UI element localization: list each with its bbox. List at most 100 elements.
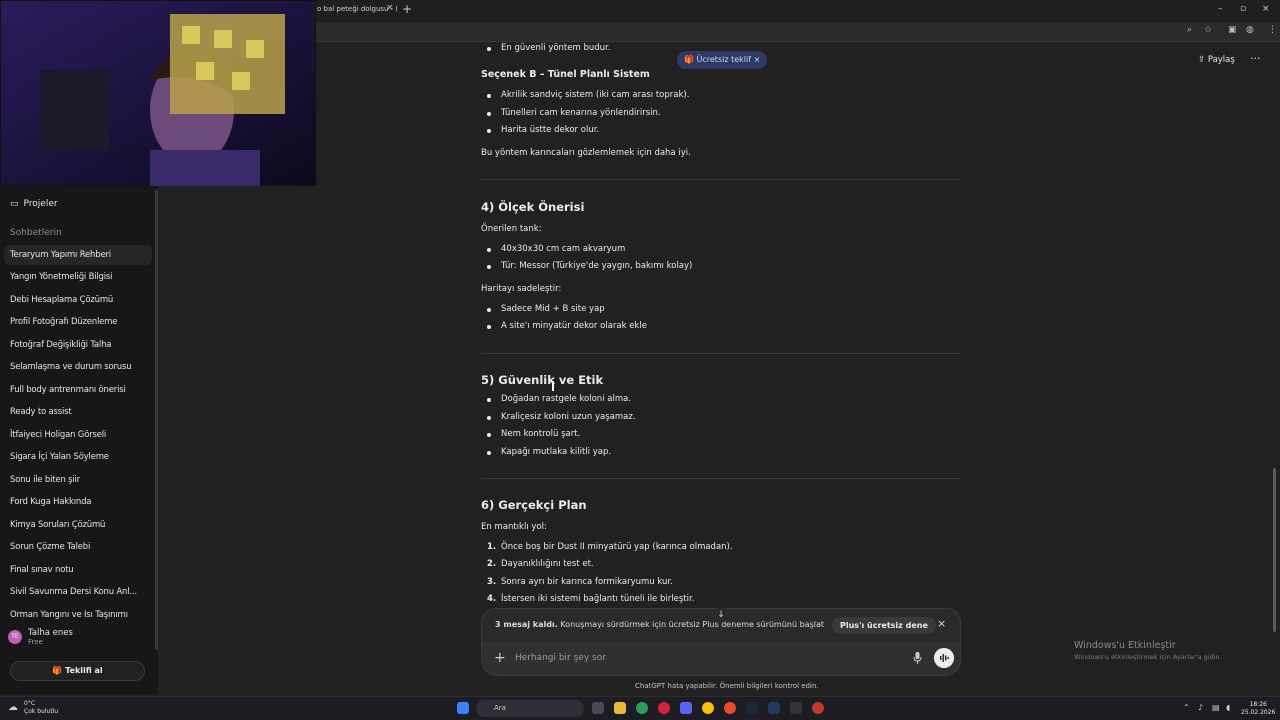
minimize-button[interactable]: – — [1218, 4, 1223, 14]
try-plus-button[interactable]: Plus'ı ücretsiz dene — [832, 617, 936, 634]
option-b-bullet: Tünelleri cam kenarına yönlendirirsin. — [501, 108, 661, 118]
clock-time: 18:26 — [1249, 701, 1267, 708]
sidebar-chat-item[interactable]: Kimya Soruları Çözümü — [4, 515, 152, 535]
chrome-icon[interactable] — [702, 702, 714, 714]
option-b-title: Seçenek B – Tünel Planlı Sistem — [481, 69, 650, 80]
step-number: 1. — [487, 542, 497, 552]
volume-icon[interactable]: ◖ — [1226, 703, 1230, 712]
webcam-overlay — [0, 0, 316, 186]
main-scrollbar[interactable] — [1273, 468, 1276, 632]
weather-temp: 0°C — [24, 700, 36, 707]
sidebar-chat-item[interactable]: Orman Yangını ve Isı Taşınımı — [4, 605, 152, 625]
discord-icon[interactable] — [680, 702, 692, 714]
option-b-bullet: Akrilik sandviç sistem (iki cam arası to… — [501, 90, 690, 100]
maximize-button[interactable]: ▫ — [1240, 4, 1246, 14]
section-4-bullet: Tür: Messor (Türkiye'de yaygın, bakımı k… — [501, 261, 693, 271]
bookmark-star-icon[interactable]: ☆ — [1204, 25, 1212, 35]
close-banner-icon[interactable]: × — [937, 617, 946, 630]
sidebar-chat-item[interactable]: Sivil Savunma Dersi Konu Anl... — [4, 582, 152, 602]
new-tab-button[interactable]: + — [402, 2, 412, 16]
limit-text: 3 mesaj kaldı. Konuşmayı sürdürmek için … — [495, 620, 824, 629]
section-6-heading: 6) Gerçekçi Plan — [481, 498, 587, 512]
app-icon[interactable] — [768, 702, 780, 714]
mic-tray-icon[interactable]: ♪ — [1198, 703, 1203, 712]
weather-widget[interactable]: 0°C Çok bulutlu — [24, 700, 58, 716]
sidebar-chat-item[interactable]: Profil Fotoğrafı Düzenleme — [4, 312, 152, 332]
section-4-heading: 4) Ölçek Önerisi — [481, 200, 585, 214]
text-cursor — [552, 381, 554, 391]
opera-icon[interactable] — [658, 702, 670, 714]
window-close-button[interactable]: × — [1262, 4, 1270, 14]
get-offer-label: Teklifi al — [65, 666, 103, 675]
zoom-icon[interactable]: ⌕ — [1187, 25, 1192, 35]
section-5-bullet: Doğadan rastgele koloni alma. — [501, 394, 632, 404]
tray-expand-icon[interactable]: ⌃ — [1183, 703, 1190, 712]
profile-icon[interactable]: ◍ — [1246, 25, 1254, 35]
sidebar-chat-item[interactable]: İtfaiyeci Holigan Görseli — [4, 425, 152, 445]
bullet-dot — [487, 248, 491, 252]
sidebar-item-projects[interactable]: ▭ Projeler — [10, 199, 58, 209]
sidebar-chat-item[interactable]: Sonu ile biten şiir — [4, 470, 152, 490]
offer-close-icon[interactable]: × — [754, 55, 761, 64]
composer: + Herhangi bir şey sor — [481, 642, 961, 676]
projects-label: Projeler — [23, 199, 58, 209]
weather-icon[interactable]: ☁ — [8, 702, 18, 713]
section-5-bullet: Nem kontrolü şart. — [501, 429, 581, 439]
taskbar-clock[interactable]: 18:26 25.02.2026 — [1241, 701, 1275, 717]
sidebar-chat-item[interactable]: Full body antrenmanı önerisi — [4, 380, 152, 400]
user-profile[interactable]: TE Talha enes Free — [8, 628, 73, 646]
sidebar-chat-item[interactable]: Final sınav notu — [4, 560, 152, 580]
section-6-step: Önce boş bir Dust II minyatürü yap (karı… — [501, 542, 733, 552]
section-5-bullet: Kapağı mutlaka kilitli yap. — [501, 447, 612, 457]
bullet-dot — [487, 398, 491, 402]
sidebar-chat-item[interactable]: Yangın Yönetmeliği Bilgisi — [4, 267, 152, 287]
bullet-dot — [487, 433, 491, 437]
extensions-icon[interactable]: ▣ — [1228, 25, 1237, 35]
app-icon[interactable] — [812, 702, 824, 714]
app-icon[interactable] — [790, 702, 802, 714]
activate-windows-text: Windows'u etkinleştirmek için Ayarlar'a … — [1074, 653, 1222, 661]
edge-icon[interactable] — [636, 702, 648, 714]
bullet-dot — [487, 112, 491, 116]
section-6-step: Dayanıklılığını test et. — [501, 559, 594, 569]
chrome-profile-icon[interactable] — [724, 702, 736, 714]
bullet-dot — [487, 451, 491, 455]
sidebar-chat-item[interactable]: Debi Hesaplama Çözümü — [4, 290, 152, 310]
sidebar-chat-item[interactable]: Selamlaşma ve durum sorusu — [4, 357, 152, 377]
steam-icon[interactable] — [746, 702, 758, 714]
scroll-down-icon[interactable]: ↓ — [712, 608, 730, 622]
user-plan: Free — [28, 638, 43, 646]
sidebar-chat-item[interactable]: Sorun Çözme Talebi — [4, 537, 152, 557]
prompt-input[interactable]: Herhangi bir şey sor — [515, 653, 606, 663]
more-options-icon[interactable]: ··· — [1250, 52, 1261, 65]
sidebar-chat-item[interactable]: Ready to assist — [4, 402, 152, 422]
bullet-dot — [487, 129, 491, 133]
section-6-step: İstersen iki sistemi bağlantı tüneli ile… — [501, 594, 695, 604]
file-explorer-icon[interactable] — [614, 702, 626, 714]
sidebar-chat-item[interactable]: Fotoğraf Değişikliği Talha — [4, 335, 152, 355]
weather-desc: Çok bulutlu — [24, 708, 59, 715]
network-icon[interactable]: ▤ — [1212, 703, 1220, 712]
voice-mode-icon[interactable] — [934, 648, 954, 668]
free-offer-pill[interactable]: 🎁 Ücretsiz teklif × — [677, 51, 768, 69]
start-icon[interactable] — [457, 702, 469, 714]
browser-menu-icon[interactable]: ⋮ — [1268, 25, 1277, 35]
get-offer-button[interactable]: 🎁 Teklifi al — [10, 661, 145, 681]
microphone-icon[interactable] — [913, 652, 922, 664]
section-divider — [481, 353, 961, 354]
free-offer-label: Ücretsiz teklif — [696, 55, 752, 64]
sidebar-chat-item[interactable]: Teraryum Yapımı Rehberi — [4, 245, 152, 265]
attach-plus-icon[interactable]: + — [494, 650, 506, 666]
taskbar-search[interactable]: Ara — [476, 700, 584, 717]
tab-close-icon[interactable]: × — [386, 3, 394, 13]
sidebar-chat-item[interactable]: Ford Kuga Hakkında — [4, 492, 152, 512]
share-button[interactable]: ⇪ Paylaş — [1198, 55, 1235, 65]
option-b-bullet: Harita üstte dekor olur. — [501, 125, 600, 135]
sidebar-scrollbar[interactable] — [155, 190, 158, 650]
task-view-icon[interactable] — [592, 702, 604, 714]
step-number: 3. — [487, 577, 497, 587]
section-4-bullet: A site'ı minyatür dekor olarak ekle — [501, 321, 647, 331]
sidebar-chat-item[interactable]: Sigara İçi Yalan Söyleme — [4, 447, 152, 467]
bullet-dot — [487, 47, 491, 51]
user-name: Talha enes — [28, 628, 73, 638]
